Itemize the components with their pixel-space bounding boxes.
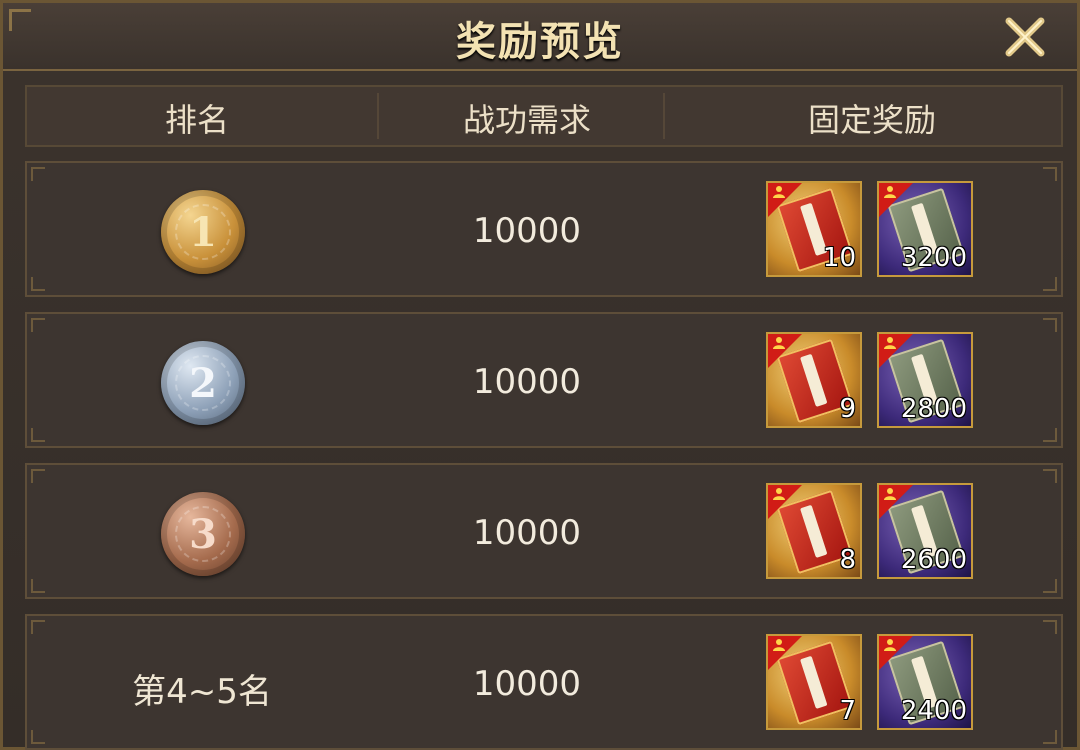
close-button[interactable] xyxy=(1003,15,1047,59)
user-icon xyxy=(884,639,896,651)
table-row: 第4~5名 10000 7 2400 xyxy=(25,614,1063,750)
table-row: 2 10000 9 2800 xyxy=(25,312,1063,448)
requirement-value: 10000 xyxy=(472,211,582,251)
rank-1-medal-icon: 1 xyxy=(161,190,245,274)
user-icon xyxy=(884,488,896,500)
reward-item[interactable]: 2400 xyxy=(877,634,973,730)
reward-count: 2600 xyxy=(900,545,967,575)
reward-item[interactable]: 10 xyxy=(766,181,862,277)
user-icon xyxy=(773,488,785,500)
header-rank: 排名 xyxy=(164,101,229,139)
requirement-value: 10000 xyxy=(472,664,582,704)
reward-count: 3200 xyxy=(900,243,967,273)
user-icon xyxy=(884,186,896,198)
reward-item[interactable]: 8 xyxy=(766,483,862,579)
table-row: 3 10000 8 2600 xyxy=(25,463,1063,599)
table-row: 1 10000 10 3200 xyxy=(25,161,1063,297)
user-icon xyxy=(773,639,785,651)
reward-item[interactable]: 3200 xyxy=(877,181,973,277)
reward-count: 2400 xyxy=(900,696,967,726)
user-icon xyxy=(773,337,785,349)
reward-count: 10 xyxy=(822,243,856,273)
header-divider xyxy=(377,93,379,139)
rank-range-label: 第4~5名 xyxy=(132,672,272,712)
requirement-value: 10000 xyxy=(472,362,582,402)
reward-item[interactable]: 7 xyxy=(766,634,862,730)
rank-2-medal-icon: 2 xyxy=(161,341,245,425)
reward-preview-dialog: 奖励预览 排名 战功需求 固定奖励 1 10000 10 3200 2 1000… xyxy=(0,0,1080,750)
header-requirement: 战功需求 xyxy=(462,101,591,139)
reward-count: 8 xyxy=(839,545,856,575)
reward-item[interactable]: 9 xyxy=(766,332,862,428)
title-bar: 奖励预览 xyxy=(3,3,1077,71)
table-header: 排名 战功需求 固定奖励 xyxy=(25,85,1063,147)
reward-item[interactable]: 2800 xyxy=(877,332,973,428)
rank-3-medal-icon: 3 xyxy=(161,492,245,576)
reward-item[interactable]: 2600 xyxy=(877,483,973,579)
reward-count: 7 xyxy=(839,696,856,726)
user-icon xyxy=(884,337,896,349)
header-divider xyxy=(663,93,665,139)
reward-count: 9 xyxy=(839,394,856,424)
header-reward: 固定奖励 xyxy=(807,101,936,139)
reward-count: 2800 xyxy=(900,394,967,424)
close-icon xyxy=(1005,17,1045,57)
user-icon xyxy=(773,186,785,198)
dialog-title: 奖励预览 xyxy=(456,19,624,65)
requirement-value: 10000 xyxy=(472,513,582,553)
